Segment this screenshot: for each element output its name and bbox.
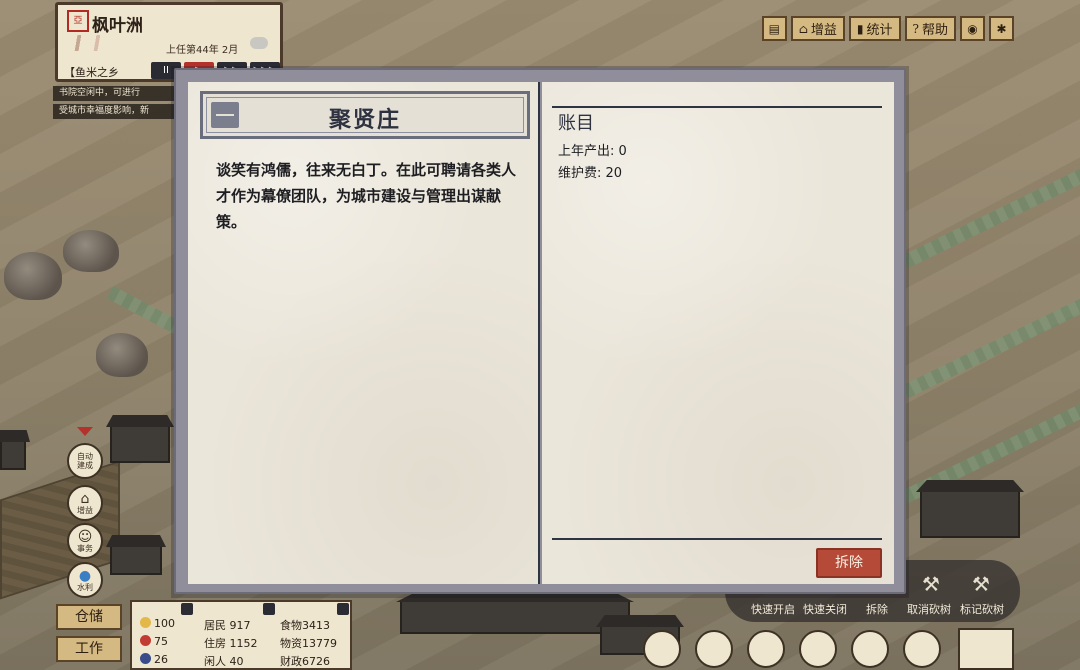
visibility-button[interactable]: ◉ [960, 16, 985, 41]
plum-branch-decoration [68, 35, 160, 51]
notice-academy[interactable]: 书院空闲中，可进行 [53, 86, 188, 101]
gear-icon: ✱ [996, 21, 1007, 36]
city-seal-icon: 亞 [67, 10, 89, 32]
rock [63, 230, 119, 272]
build-category-button[interactable] [695, 630, 733, 668]
search-icon[interactable] [337, 603, 349, 615]
build-category-button[interactable] [799, 630, 837, 668]
bar-chart-icon: ▮ [856, 21, 864, 36]
building-dialog: 聚贤庄 谈笑有鸿儒，往来无白丁。在此可聘请各类人才作为幕僚团队，为城市建设与管理… [174, 68, 906, 594]
cancel-fell-button[interactable]: 取消砍树 [907, 601, 951, 617]
top-toolbar: ▤ ⌂ 增益 ▮ 统计 ? 帮助 ◉ ✱ [761, 16, 1014, 41]
building-icon [211, 102, 239, 128]
build-category-button[interactable] [747, 630, 785, 668]
people-value: 26 [154, 653, 168, 666]
basket-icon: ⌂ [798, 21, 808, 36]
divider [552, 538, 882, 540]
eye-icon: ◉ [967, 21, 978, 36]
smile-icon [140, 617, 151, 628]
last-year-output: 上年产出: 0 [558, 144, 627, 159]
building [920, 490, 1020, 538]
collapse-arrow-icon[interactable] [77, 427, 93, 436]
ledger-title: 账目 [558, 113, 594, 134]
housing-stat: 住房 1152 [204, 637, 258, 650]
stats-button[interactable]: ▮ 统计 [848, 16, 901, 41]
health-stat: 75 [140, 635, 168, 648]
finance-stat: 财政6726 [280, 655, 330, 668]
question-icon: ? [912, 21, 919, 36]
search-icon[interactable] [263, 603, 275, 615]
house-icon: ⌂ [80, 490, 90, 507]
building-description: 谈笑有鸿儒，往来无白丁。在此可聘请各类人才作为幕僚团队，为城市建设与管理出谋献策… [216, 161, 517, 231]
help-label: 帮助 [921, 23, 948, 38]
building [0, 440, 26, 470]
person-icon: ☺ [77, 528, 93, 545]
happiness-value: 100 [154, 617, 175, 630]
auto-build-label: 自动 建成 [77, 452, 93, 470]
water-button[interactable]: ● 水利 [67, 562, 103, 598]
health-value: 75 [154, 635, 168, 648]
maintenance-fee: 维护费: 20 [558, 166, 623, 181]
goods-stat: 物资13779 [280, 637, 337, 650]
side-button-label: 事务 [77, 543, 93, 553]
work-tab[interactable]: 工作 [56, 636, 122, 662]
people-stat: 26 [140, 653, 168, 666]
warehouse-tab[interactable]: 仓储 [56, 604, 122, 630]
dialog-right-page: 账目 上年产出: 0 维护费: 20 拆除 [542, 82, 894, 584]
build-category-button[interactable] [851, 630, 889, 668]
heart-icon [140, 635, 151, 646]
residents-stat: 居民 917 [204, 619, 251, 632]
build-category-button[interactable] [903, 630, 941, 668]
help-button[interactable]: ? 帮助 [904, 16, 956, 41]
water-drop-icon: ● [78, 567, 92, 584]
gain-overlay-button[interactable]: ⌂ 增益 [67, 485, 103, 521]
divider [552, 106, 882, 108]
settings-button[interactable]: ✱ [989, 16, 1014, 41]
demolish-button[interactable]: 拆除 [816, 548, 882, 578]
stats-label: 统计 [866, 23, 893, 38]
rock [96, 333, 148, 377]
building [110, 545, 162, 575]
side-button-label: 水利 [77, 582, 93, 592]
rock [4, 252, 62, 300]
dialog-left-page: 聚贤庄 谈笑有鸿儒，往来无白丁。在此可聘请各类人才作为幕僚团队，为城市建设与管理… [188, 82, 540, 584]
gain-label: 增益 [810, 23, 837, 38]
title-box: 聚贤庄 [200, 91, 530, 139]
city-name: 枫叶洲 [92, 16, 143, 36]
road [901, 298, 1080, 399]
book-button[interactable]: ▤ [761, 16, 787, 41]
stats-panel[interactable]: 100 75 26 居民 917 住房 1152 闲人 40 食物3413 物资… [130, 600, 352, 670]
quick-open-button[interactable]: 快速开启 [751, 601, 795, 617]
food-stat: 食物3413 [280, 619, 330, 632]
search-icon[interactable] [181, 603, 193, 615]
building [110, 425, 170, 463]
building-menu-button[interactable] [958, 628, 1014, 670]
cancel-axe-icon[interactable]: ⚒ [922, 572, 940, 596]
building-title: 聚贤庄 [328, 107, 401, 133]
building [400, 600, 630, 634]
mark-axe-icon[interactable]: ⚒ [972, 572, 990, 596]
side-button-label: 增益 [77, 505, 93, 515]
idle-stat: 闲人 40 [204, 655, 244, 668]
road [901, 168, 1080, 269]
affairs-button[interactable]: ☺ 事务 [67, 523, 103, 559]
gain-button[interactable]: ⌂ 增益 [790, 16, 845, 41]
quick-close-button[interactable]: 快速关闭 [803, 601, 847, 617]
notice-happiness[interactable]: 受城市幸福度影响，新 [53, 104, 188, 119]
cloud-weather-icon [250, 37, 268, 49]
build-category-button[interactable] [643, 630, 681, 668]
demolish-tool-button[interactable]: 拆除 [866, 601, 888, 617]
mark-fell-button[interactable]: 标记砍树 [960, 601, 1004, 617]
auto-build-button[interactable]: 自动 建成 [67, 443, 103, 479]
bottom-tabs: 仓储 工作 [56, 604, 122, 662]
city-title: 【鱼米之乡 [64, 66, 119, 79]
game-date: 上任第44年 2月 [166, 45, 239, 56]
book-icon: ▤ [768, 21, 780, 36]
happiness-stat: 100 [140, 617, 175, 630]
people-icon [140, 653, 151, 664]
